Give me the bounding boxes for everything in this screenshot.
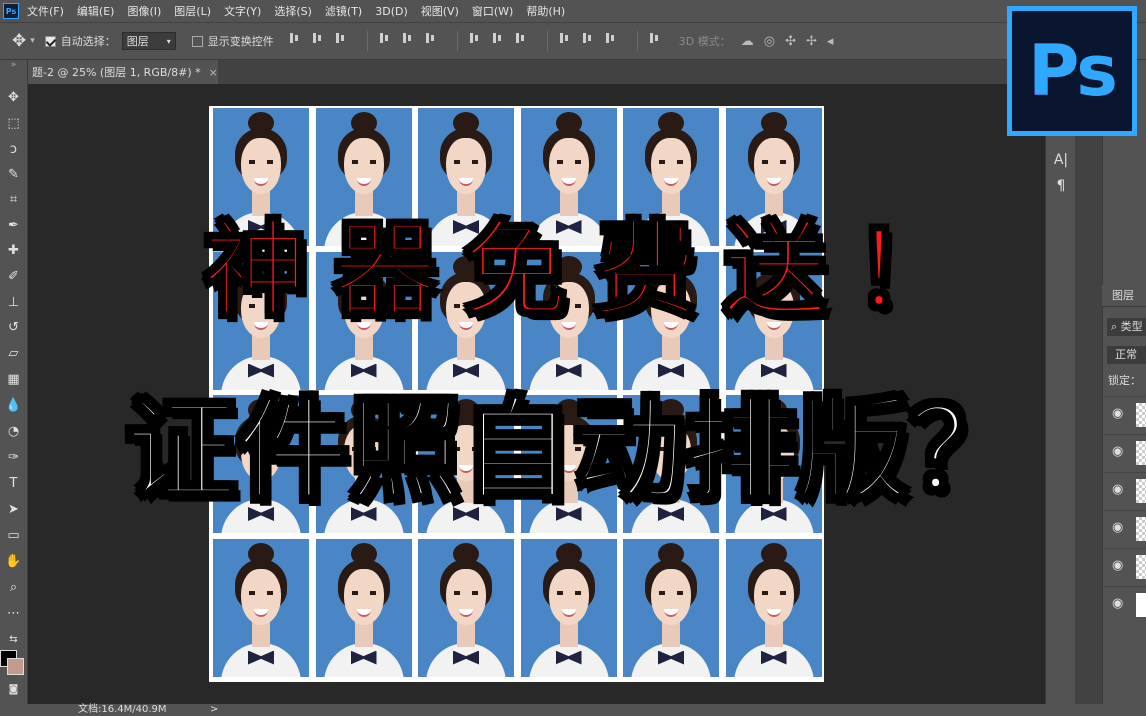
auto-select-dropdown[interactable]: 图层 ▾: [121, 32, 176, 50]
options-bar: ✥ ▾ 自动选择： 图层 ▾ 显示变换控件 3D 模式： ☁ ◎ ✣ ✢ ◂: [0, 22, 1146, 60]
id-photo: [315, 538, 412, 677]
close-icon[interactable]: ×: [209, 66, 218, 79]
marquee-tool-icon[interactable]: ⬚: [3, 114, 24, 134]
distribute-bottom-icon[interactable]: [514, 31, 527, 45]
hand-tool-icon[interactable]: ✋: [3, 552, 24, 572]
background-color-swatch[interactable]: [7, 658, 24, 675]
menu-3d[interactable]: 3D(D): [375, 5, 408, 18]
divider: [636, 31, 638, 51]
status-menu-arrow[interactable]: >: [210, 704, 218, 716]
slide-3d-icon[interactable]: ✢: [806, 34, 817, 49]
distribute-top-icon[interactable]: [468, 31, 481, 45]
mode-3d-label: 3D 模式：: [678, 35, 731, 48]
auto-select-checkbox[interactable]: [44, 35, 56, 47]
quick-mask-icon[interactable]: ◙: [3, 680, 24, 700]
align-right-icon[interactable]: [424, 31, 437, 45]
photoshop-logo: Ps: [1007, 6, 1137, 136]
layer-thumbnail: [1136, 593, 1146, 617]
menu-filter[interactable]: 滤镜(T): [325, 3, 362, 19]
photoshop-app-icon[interactable]: Ps: [3, 3, 19, 19]
scale-3d-icon[interactable]: ◂: [827, 34, 834, 49]
id-photo: [623, 538, 719, 677]
align-bottom-icon[interactable]: [334, 31, 347, 45]
align-vcenter-icon[interactable]: [311, 31, 324, 45]
align-left-icon[interactable]: [378, 31, 391, 45]
distribute-vcenter-icon[interactable]: [491, 31, 504, 45]
show-transform-checkbox[interactable]: [191, 35, 203, 47]
document-tab-bar: 题-2 @ 25% (图层 1, RGB/8#) * ×: [28, 60, 1045, 84]
show-transform-label: 显示变换控件: [207, 35, 274, 48]
swap-colors-icon[interactable]: ⇆: [3, 630, 24, 650]
character-panel-icon[interactable]: A|: [1046, 152, 1076, 168]
headline-white: 证件照自动排版？: [123, 384, 1023, 518]
auto-select-value: 图层: [126, 35, 149, 48]
align-buttons: [288, 31, 671, 51]
id-photo: [725, 538, 822, 677]
menu-window[interactable]: 窗口(W): [472, 3, 513, 19]
document-tab-title: 题-2 @ 25% (图层 1, RGB/8#) *: [32, 66, 201, 79]
status-bar: 文档:16.4M/40.9M >: [0, 704, 1146, 716]
move-tool-icon[interactable]: ✥: [12, 31, 26, 51]
pan-3d-icon[interactable]: ✣: [785, 34, 796, 49]
move-tool-icon[interactable]: ✥: [3, 88, 24, 108]
quick-select-tool-icon[interactable]: ✎: [3, 165, 24, 185]
zoom-tool-icon[interactable]: ⌕: [3, 578, 24, 598]
menu-file[interactable]: 文件(F): [27, 3, 64, 19]
divider: [546, 31, 548, 51]
layer-row[interactable]: ◉: [1102, 548, 1146, 584]
id-photo: [520, 538, 617, 677]
menu-bar: Ps 文件(F) 编辑(E) 图像(I) 图层(L) 文字(Y) 选择(S) 滤…: [0, 0, 1146, 22]
headline-red: 神器免费送！: [201, 208, 983, 333]
distribute-left-icon[interactable]: [558, 31, 571, 45]
menu-edit[interactable]: 编辑(E): [77, 3, 115, 19]
menu-select[interactable]: 选择(S): [274, 3, 312, 19]
distribute-hcenter-icon[interactable]: [581, 31, 594, 45]
divider: [456, 31, 458, 51]
lasso-tool-icon[interactable]: ↄ: [3, 140, 24, 160]
document-size: 文档:16.4M/40.9M: [78, 704, 167, 715]
menu-layer[interactable]: 图层(L): [174, 3, 211, 19]
shape-tool-icon[interactable]: ▭: [3, 526, 24, 546]
document-tab[interactable]: 题-2 @ 25% (图层 1, RGB/8#) * ×: [28, 60, 218, 84]
collapse-icon[interactable]: »: [3, 60, 24, 80]
roll-3d-icon[interactable]: ◎: [764, 34, 775, 49]
chevron-down-icon[interactable]: ▾: [30, 36, 35, 46]
orbit-3d-icon[interactable]: ☁: [741, 34, 754, 49]
auto-align-icon[interactable]: [648, 31, 661, 45]
menu-help[interactable]: 帮助(H): [526, 3, 565, 19]
layer-thumbnail: [1136, 555, 1146, 579]
distribute-right-icon[interactable]: [604, 31, 617, 45]
menu-image[interactable]: 图像(I): [127, 3, 161, 19]
menu-type[interactable]: 文字(Y): [224, 3, 261, 19]
menu-view[interactable]: 视图(V): [421, 3, 459, 19]
id-photo: [418, 538, 514, 677]
more-tools-icon[interactable]: ⋯: [3, 604, 24, 624]
divider: [366, 31, 368, 51]
layer-row[interactable]: ◉: [1102, 586, 1146, 622]
align-hcenter-icon[interactable]: [401, 31, 414, 45]
chevron-down-icon: ▾: [166, 36, 171, 46]
eye-icon[interactable]: ◉: [1112, 520, 1123, 535]
id-photo: [213, 538, 309, 677]
align-top-icon[interactable]: [288, 31, 301, 45]
eye-icon[interactable]: ◉: [1112, 558, 1123, 573]
eye-icon[interactable]: ◉: [1112, 596, 1123, 611]
auto-select-label: 自动选择：: [60, 35, 116, 48]
